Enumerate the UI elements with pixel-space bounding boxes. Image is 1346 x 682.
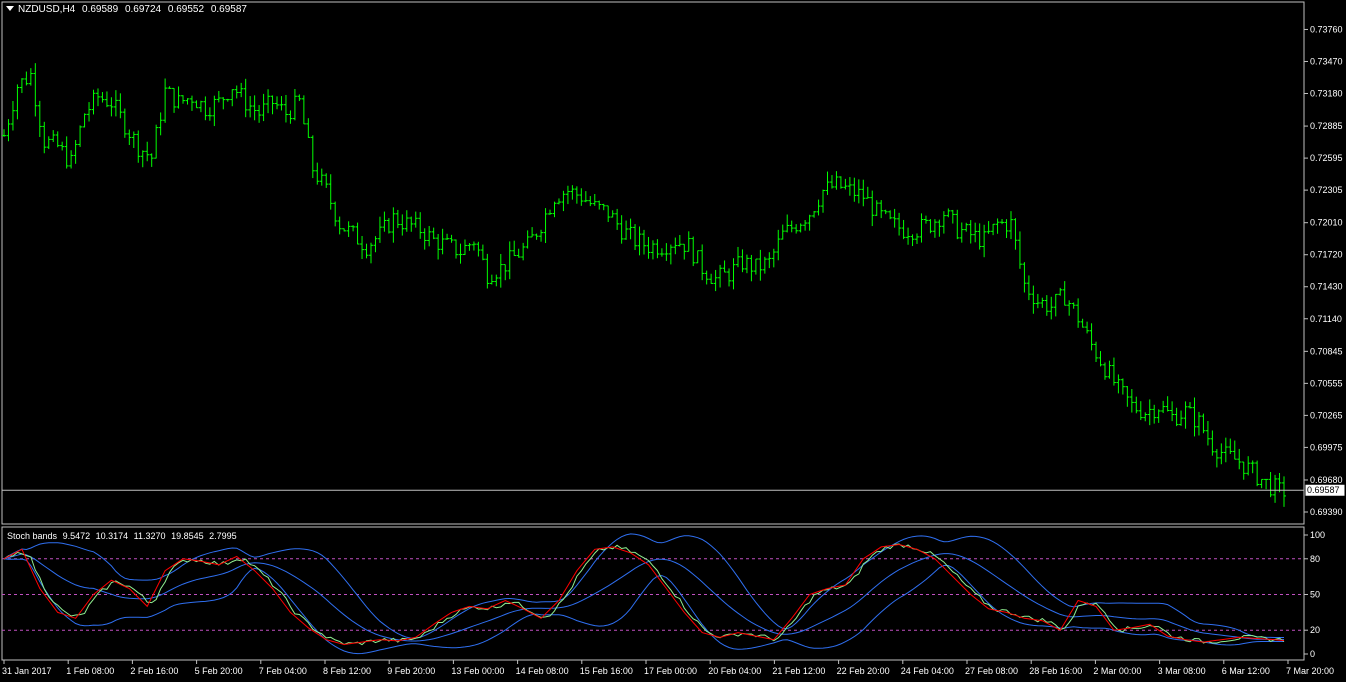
symbol-label: NZDUSD,H4	[18, 4, 76, 15]
indicator-tick-label: 100	[1310, 530, 1325, 540]
price-tick-label: 0.71720	[1310, 250, 1343, 260]
time-tick-label: 7 Mar 20:00	[1286, 666, 1334, 676]
price-tick-label: 0.71430	[1310, 282, 1343, 292]
price-tick-label: 0.72885	[1310, 121, 1343, 131]
time-tick-label: 7 Feb 04:00	[259, 666, 307, 676]
price-tick-label: 0.72010	[1310, 218, 1343, 228]
price-tick-label: 0.72305	[1310, 185, 1343, 195]
close-value: 0.69587	[210, 4, 247, 15]
time-tick-label: 28 Feb 16:00	[1029, 666, 1082, 676]
price-tick-label: 0.72595	[1310, 153, 1343, 163]
price-chart[interactable]: 0.73760 0.73470 0.73180 0.72885 0.72595 0.723…	[0, 0, 1346, 682]
price-tick-label: 0.69680	[1310, 475, 1343, 485]
high-value: 0.69724	[124, 4, 162, 15]
price-tick-label: 0.70265	[1310, 410, 1343, 420]
time-tick-label: 2 Mar 00:00	[1093, 666, 1141, 676]
time-tick-label: 24 Feb 04:00	[901, 666, 954, 676]
time-tick-label: 3 Mar 08:00	[1158, 666, 1206, 676]
time-tick-label: 2 Feb 16:00	[130, 666, 178, 676]
time-tick-label: 27 Feb 08:00	[965, 666, 1018, 676]
indicator-value: 19.8545	[171, 531, 204, 541]
indicator-value: 9.5472	[62, 531, 91, 541]
time-tick-label: 6 Mar 12:00	[1222, 666, 1270, 676]
time-tick-label: 17 Feb 00:00	[644, 666, 697, 676]
low-value: 0.69552	[167, 4, 205, 15]
time-tick-label: 21 Feb 12:00	[772, 666, 825, 676]
indicator-tick-label: 80	[1310, 554, 1320, 564]
time-tick-label: 8 Feb 12:00	[323, 666, 371, 676]
price-tick-label: 0.70555	[1310, 378, 1343, 388]
current-price-label: 0.69587	[1307, 485, 1340, 495]
price-tick-label: 0.73180	[1310, 89, 1343, 99]
price-tick-label: 0.71140	[1310, 314, 1342, 324]
indicator-name: Stoch bands	[7, 531, 58, 541]
time-tick-label: 31 Jan 2017	[2, 666, 52, 676]
time-tick-label: 1 Feb 08:00	[66, 666, 114, 676]
time-tick-label: 15 Feb 16:00	[580, 666, 633, 676]
price-tick-label: 0.70845	[1310, 346, 1343, 356]
time-tick-label: 5 Feb 20:00	[195, 666, 243, 676]
time-tick-label: 9 Feb 20:00	[387, 666, 435, 676]
indicator-value: 2.7995	[209, 531, 237, 541]
indicator-header: Stoch bands 9.5472 10.3174 11.3270 19.85…	[7, 531, 240, 541]
price-tick-label: 0.73470	[1310, 56, 1343, 66]
indicator-value: 11.3270	[133, 531, 166, 541]
chart-header: NZDUSD,H4 0.69589 0.69724 0.69552 0.6958…	[6, 4, 251, 15]
open-value: 0.69589	[82, 4, 119, 15]
chart-background	[0, 0, 1346, 682]
dropdown-triangle-icon[interactable]	[6, 6, 14, 11]
time-tick-label: 13 Feb 00:00	[451, 666, 504, 676]
time-tick-label: 14 Feb 08:00	[516, 666, 569, 676]
indicator-value: 10.3174	[95, 531, 129, 541]
price-tick-label: 0.73760	[1310, 24, 1343, 34]
indicator-tick-label: 0	[1310, 649, 1315, 659]
indicator-tick-label: 20	[1310, 625, 1320, 635]
price-tick-label: 0.69390	[1310, 507, 1343, 517]
time-tick-label: 20 Feb 04:00	[708, 666, 761, 676]
indicator-tick-label: 50	[1310, 590, 1320, 600]
price-tick-label: 0.69975	[1310, 442, 1343, 452]
time-tick-label: 22 Feb 20:00	[837, 666, 890, 676]
